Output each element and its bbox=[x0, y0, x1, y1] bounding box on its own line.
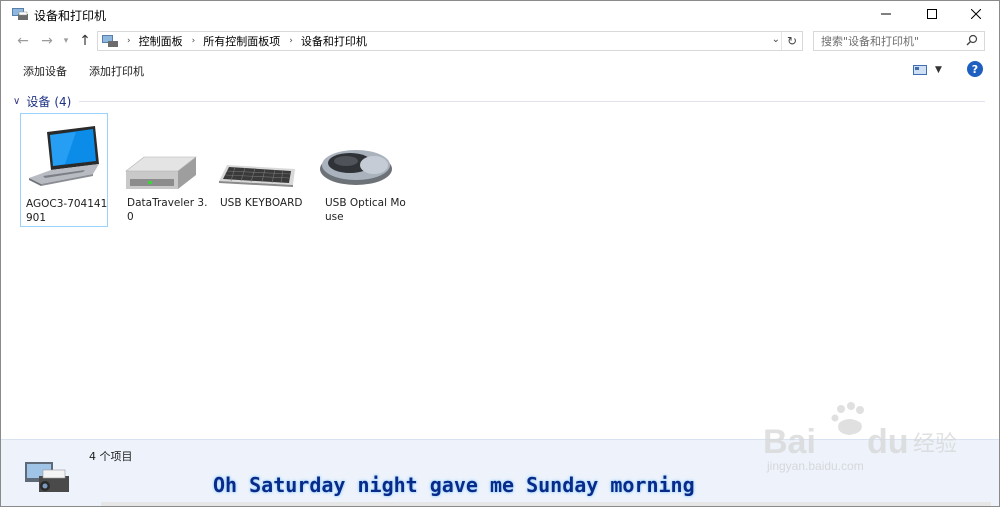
chevron-down-icon: ∨ bbox=[13, 96, 21, 107]
device-label: USB KEYBOARD bbox=[220, 197, 303, 209]
device-item[interactable]: USB KEYBOARD bbox=[215, 113, 303, 227]
chevron-down-icon: ▾ bbox=[63, 36, 69, 46]
devices-printers-icon bbox=[12, 8, 28, 20]
arrow-right-icon: → bbox=[41, 33, 53, 49]
watermark-url: jingyan.baidu.com bbox=[767, 459, 864, 473]
group-header-devices[interactable]: ∨ 设备 (4) bbox=[13, 93, 71, 110]
keyboard-icon bbox=[219, 165, 295, 187]
baidu-logo-icon: Bai du 经验 bbox=[763, 402, 957, 461]
arrow-up-icon: ↑ bbox=[79, 33, 91, 49]
device-item[interactable]: AGOC3-704141901 bbox=[20, 113, 108, 227]
add-device-button[interactable]: 添加设备 bbox=[23, 63, 67, 79]
window-title: 设备和打印机 bbox=[34, 9, 107, 23]
device-item[interactable]: DataTraveler 3.0 bbox=[122, 113, 210, 227]
search-input[interactable] bbox=[814, 32, 971, 50]
laptop-icon bbox=[29, 126, 99, 186]
recent-locations-button[interactable]: ▾ bbox=[59, 31, 73, 51]
breadcrumb-separator-icon: › bbox=[191, 36, 196, 46]
breadcrumb-all-items[interactable]: 所有控制面板项 bbox=[203, 33, 280, 49]
title-bar: 设备和打印机 bbox=[1, 1, 999, 27]
device-label: USB Optical Mouse bbox=[325, 197, 406, 223]
close-icon bbox=[971, 9, 981, 19]
drive-icon bbox=[125, 156, 197, 189]
group-divider bbox=[79, 101, 985, 102]
breadcrumb-control-panel[interactable]: 控制面板 bbox=[139, 33, 183, 49]
command-bar: 添加设备 添加打印机 ▼ ? bbox=[1, 57, 999, 83]
group-title: 设备 bbox=[26, 95, 51, 109]
address-bar[interactable]: › 控制面板 › 所有控制面板项 › 设备和打印机 ⌄ ↻ bbox=[97, 31, 803, 51]
breadcrumb-devices-printers[interactable]: 设备和打印机 bbox=[301, 33, 367, 49]
maximize-button[interactable] bbox=[909, 1, 955, 27]
address-dropdown-icon[interactable]: ⌄ bbox=[772, 34, 780, 45]
explorer-window: 设备和打印机 ← → ▾ ↑ › 控制面板 › 所有控制面板项 › 设备和打印机 bbox=[0, 0, 1000, 507]
bottom-edge bbox=[101, 502, 991, 506]
device-item[interactable]: USB Optical Mouse bbox=[320, 113, 408, 227]
view-icon bbox=[913, 65, 927, 75]
arrow-left-icon: ← bbox=[17, 33, 29, 49]
up-button[interactable]: ↑ bbox=[75, 31, 95, 51]
item-count: 4 个项目 bbox=[89, 450, 133, 463]
device-label: DataTraveler 3.0 bbox=[127, 197, 208, 223]
add-printer-button[interactable]: 添加打印机 bbox=[89, 63, 144, 79]
minimize-button[interactable] bbox=[863, 1, 909, 27]
search-icon bbox=[966, 34, 978, 46]
refresh-icon: ↻ bbox=[786, 34, 798, 48]
forward-button[interactable]: → bbox=[37, 31, 57, 51]
close-button[interactable] bbox=[953, 1, 999, 27]
device-label: AGOC3-704141901 bbox=[26, 198, 108, 224]
baidu-watermark: Bai du 经验 jingyan.baidu.com bbox=[757, 401, 967, 491]
breadcrumb-separator-icon: › bbox=[127, 36, 131, 46]
minimize-icon bbox=[881, 13, 891, 15]
back-button[interactable]: ← bbox=[13, 31, 33, 51]
svg-text:经验: 经验 bbox=[913, 432, 957, 457]
group-count: (4) bbox=[54, 94, 72, 109]
help-button[interactable]: ? bbox=[967, 61, 983, 77]
help-icon: ? bbox=[971, 62, 979, 76]
maximize-icon bbox=[927, 9, 937, 19]
breadcrumb-separator-icon: › bbox=[289, 36, 293, 46]
devices-printers-icon bbox=[25, 462, 69, 492]
control-panel-icon bbox=[102, 35, 118, 47]
search-box[interactable] bbox=[813, 31, 985, 51]
mouse-icon bbox=[320, 150, 392, 185]
content-pane: ∨ 设备 (4) AGOC3-704141901 DataTraveler 3.… bbox=[1, 85, 999, 439]
navigation-bar: ← → ▾ ↑ › 控制面板 › 所有控制面板项 › 设备和打印机 ⌄ ↻ bbox=[1, 28, 999, 54]
video-subtitle: Oh Saturday night gave me Sunday morning bbox=[213, 473, 695, 497]
chevron-down-icon: ▼ bbox=[935, 65, 942, 75]
change-view-button[interactable]: ▼ bbox=[913, 63, 943, 77]
svg-text:Bai: Bai bbox=[763, 423, 816, 461]
svg-text:du: du bbox=[867, 423, 909, 461]
refresh-button[interactable]: ↻ bbox=[781, 32, 802, 50]
